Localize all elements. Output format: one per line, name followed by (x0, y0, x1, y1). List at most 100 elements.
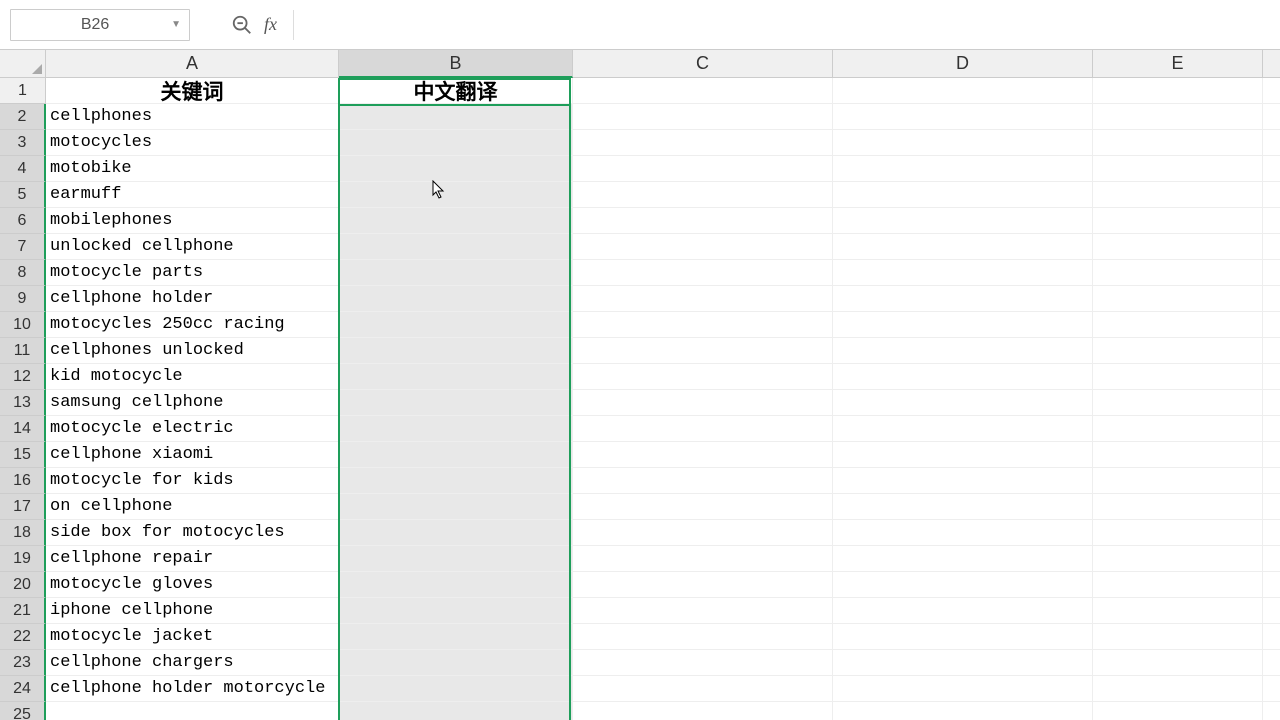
cell-C14[interactable] (573, 416, 833, 442)
cell-C8[interactable] (573, 260, 833, 286)
cell-B1[interactable]: 中文翻译 (339, 78, 573, 104)
cell-C10[interactable] (573, 312, 833, 338)
name-box[interactable]: B26 ▼ (10, 9, 190, 41)
cell-A3[interactable]: motocycles (46, 130, 339, 156)
cell-A16[interactable]: motocycle for kids (46, 468, 339, 494)
cell-A21[interactable]: iphone cellphone (46, 598, 339, 624)
row-header-4[interactable]: 4 (0, 156, 46, 182)
cell-B14[interactable] (339, 416, 573, 442)
cell-B10[interactable] (339, 312, 573, 338)
cell-D4[interactable] (833, 156, 1093, 182)
cell-C3[interactable] (573, 130, 833, 156)
cell-B25[interactable] (339, 702, 573, 720)
cell-A15[interactable]: cellphone xiaomi (46, 442, 339, 468)
cell-C18[interactable] (573, 520, 833, 546)
cell-F24[interactable] (1263, 676, 1280, 702)
row-header-12[interactable]: 12 (0, 364, 46, 390)
cell-F22[interactable] (1263, 624, 1280, 650)
column-header-E[interactable]: E (1093, 50, 1263, 78)
cell-D2[interactable] (833, 104, 1093, 130)
cell-B13[interactable] (339, 390, 573, 416)
cell-B5[interactable] (339, 182, 573, 208)
cell-E7[interactable] (1093, 234, 1263, 260)
cell-D17[interactable] (833, 494, 1093, 520)
cell-A18[interactable]: side box for motocycles (46, 520, 339, 546)
cell-F20[interactable] (1263, 572, 1280, 598)
cell-E4[interactable] (1093, 156, 1263, 182)
cell-E25[interactable] (1093, 702, 1263, 720)
cell-A17[interactable]: on cellphone (46, 494, 339, 520)
spreadsheet-grid[interactable]: ABCDEF 123456789101112131415161718192021… (0, 50, 1280, 720)
row-header-13[interactable]: 13 (0, 390, 46, 416)
cell-B8[interactable] (339, 260, 573, 286)
cell-F17[interactable] (1263, 494, 1280, 520)
cell-A22[interactable]: motocycle jacket (46, 624, 339, 650)
column-header-B[interactable]: B (339, 50, 573, 78)
cell-F11[interactable] (1263, 338, 1280, 364)
cell-C17[interactable] (573, 494, 833, 520)
cell-B24[interactable] (339, 676, 573, 702)
cell-D22[interactable] (833, 624, 1093, 650)
cell-F5[interactable] (1263, 182, 1280, 208)
zoom-out-icon[interactable] (230, 13, 254, 37)
cells-area[interactable]: 关键词中文翻译cellphonesmotocyclesmotobikeearmu… (46, 78, 1280, 720)
cell-B4[interactable] (339, 156, 573, 182)
cell-A7[interactable]: unlocked cellphone (46, 234, 339, 260)
cell-F21[interactable] (1263, 598, 1280, 624)
row-header-22[interactable]: 22 (0, 624, 46, 650)
fx-icon[interactable]: fx (264, 14, 277, 35)
cell-E10[interactable] (1093, 312, 1263, 338)
cell-B18[interactable] (339, 520, 573, 546)
cell-C7[interactable] (573, 234, 833, 260)
cell-E9[interactable] (1093, 286, 1263, 312)
cell-D8[interactable] (833, 260, 1093, 286)
cell-D10[interactable] (833, 312, 1093, 338)
cell-F16[interactable] (1263, 468, 1280, 494)
cell-D18[interactable] (833, 520, 1093, 546)
cell-D20[interactable] (833, 572, 1093, 598)
cell-E17[interactable] (1093, 494, 1263, 520)
row-header-3[interactable]: 3 (0, 130, 46, 156)
cell-D24[interactable] (833, 676, 1093, 702)
row-header-6[interactable]: 6 (0, 208, 46, 234)
cell-B23[interactable] (339, 650, 573, 676)
cell-A5[interactable]: earmuff (46, 182, 339, 208)
row-header-16[interactable]: 16 (0, 468, 46, 494)
row-header-11[interactable]: 11 (0, 338, 46, 364)
row-header-18[interactable]: 18 (0, 520, 46, 546)
cell-B11[interactable] (339, 338, 573, 364)
row-header-21[interactable]: 21 (0, 598, 46, 624)
cell-C25[interactable] (573, 702, 833, 720)
cell-D19[interactable] (833, 546, 1093, 572)
cell-F8[interactable] (1263, 260, 1280, 286)
cell-B12[interactable] (339, 364, 573, 390)
cell-D3[interactable] (833, 130, 1093, 156)
cell-A13[interactable]: samsung cellphone (46, 390, 339, 416)
cell-D16[interactable] (833, 468, 1093, 494)
cell-C2[interactable] (573, 104, 833, 130)
cell-F7[interactable] (1263, 234, 1280, 260)
cell-A24[interactable]: cellphone holder motorcycle (46, 676, 339, 702)
cell-D25[interactable] (833, 702, 1093, 720)
column-header-F[interactable]: F (1263, 50, 1280, 78)
cell-A2[interactable]: cellphones (46, 104, 339, 130)
cell-D13[interactable] (833, 390, 1093, 416)
cell-C1[interactable] (573, 78, 833, 104)
row-header-5[interactable]: 5 (0, 182, 46, 208)
cell-C20[interactable] (573, 572, 833, 598)
row-header-24[interactable]: 24 (0, 676, 46, 702)
row-header-7[interactable]: 7 (0, 234, 46, 260)
cell-F2[interactable] (1263, 104, 1280, 130)
cell-D7[interactable] (833, 234, 1093, 260)
column-header-D[interactable]: D (833, 50, 1093, 78)
cell-D1[interactable] (833, 78, 1093, 104)
cell-A23[interactable]: cellphone chargers (46, 650, 339, 676)
cell-B2[interactable] (339, 104, 573, 130)
cell-C23[interactable] (573, 650, 833, 676)
cell-E24[interactable] (1093, 676, 1263, 702)
cell-E3[interactable] (1093, 130, 1263, 156)
column-header-C[interactable]: C (573, 50, 833, 78)
cell-C12[interactable] (573, 364, 833, 390)
cell-F13[interactable] (1263, 390, 1280, 416)
cell-E2[interactable] (1093, 104, 1263, 130)
